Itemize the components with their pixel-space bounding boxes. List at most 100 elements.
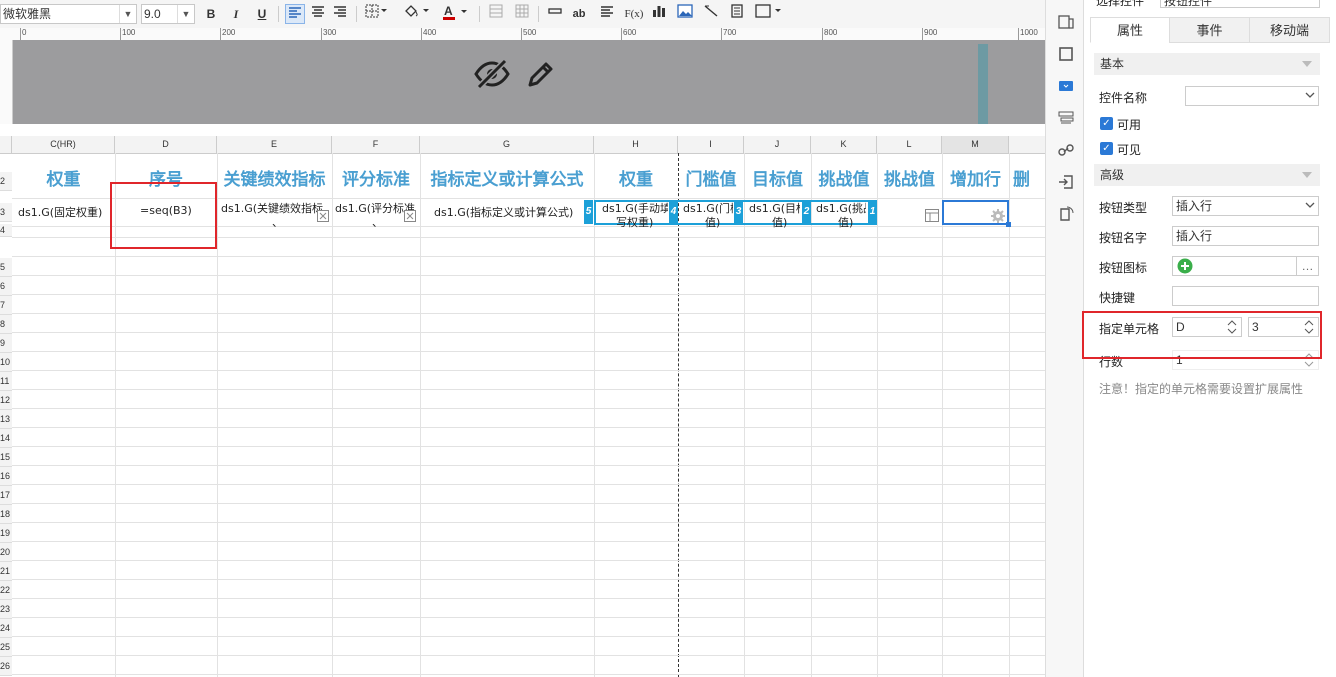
tab-events[interactable]: 事件 bbox=[1169, 17, 1250, 43]
pencil-icon[interactable] bbox=[526, 59, 556, 89]
row-header[interactable]: 19 bbox=[0, 524, 12, 543]
row-header[interactable]: 5 bbox=[0, 258, 12, 277]
align-right-button[interactable] bbox=[330, 4, 350, 24]
row-header[interactable]: 17 bbox=[0, 486, 12, 505]
row-header[interactable]: 23 bbox=[0, 600, 12, 619]
column-title[interactable]: 门槛值 bbox=[678, 162, 744, 198]
report-header-area[interactable] bbox=[0, 40, 1045, 124]
section-advanced[interactable]: 高级 bbox=[1094, 164, 1320, 186]
bold-button[interactable]: B bbox=[201, 4, 221, 24]
column-title[interactable]: 删 bbox=[1013, 162, 1045, 198]
ruler-tick bbox=[120, 28, 121, 40]
control-name-select[interactable] bbox=[1185, 86, 1319, 106]
shortcut-input[interactable] bbox=[1172, 286, 1319, 306]
cell-g3[interactable]: ds1.G(指标定义或计算公式) bbox=[434, 204, 584, 220]
row-header[interactable]: 7 bbox=[0, 296, 12, 315]
column-header[interactable]: K bbox=[811, 136, 877, 153]
cell-c3[interactable]: ds1.G(固定权重) bbox=[18, 204, 113, 220]
condition-attributes-icon[interactable] bbox=[1058, 110, 1074, 126]
fill-color-button[interactable] bbox=[402, 4, 432, 24]
section-basic[interactable]: 基本 bbox=[1094, 53, 1320, 75]
row-header[interactable]: 3 bbox=[0, 203, 12, 222]
button-name-input[interactable]: 插入行 bbox=[1172, 226, 1319, 246]
column-header[interactable]: M bbox=[942, 136, 1009, 153]
row-header[interactable]: 2 bbox=[0, 172, 12, 191]
data-import-icon[interactable] bbox=[1058, 174, 1074, 190]
column-header[interactable]: G bbox=[420, 136, 594, 153]
underline-button[interactable]: U bbox=[252, 4, 272, 24]
tab-mobile[interactable]: 移动端 bbox=[1249, 17, 1330, 43]
row-header[interactable]: 12 bbox=[0, 391, 12, 410]
text-button[interactable]: ab bbox=[569, 4, 589, 24]
column-title[interactable]: 关键绩效指标 bbox=[217, 162, 332, 198]
widget-settings-icon[interactable] bbox=[1058, 78, 1074, 94]
column-title[interactable]: 挑战值 bbox=[811, 162, 877, 198]
button-type-select[interactable]: 插入行 bbox=[1172, 196, 1319, 216]
slash-button[interactable] bbox=[701, 4, 721, 24]
insert-subreport-button[interactable] bbox=[727, 4, 747, 24]
column-header[interactable]: L bbox=[877, 136, 942, 153]
font-color-button[interactable]: A bbox=[440, 4, 470, 24]
paragraph-button[interactable] bbox=[597, 4, 617, 24]
row-header[interactable]: 20 bbox=[0, 543, 12, 562]
split-cells-button[interactable] bbox=[512, 4, 532, 24]
insert-line-button[interactable] bbox=[545, 4, 565, 24]
visible-checkbox[interactable]: ✓ bbox=[1100, 142, 1113, 155]
row-header[interactable]: 6 bbox=[0, 277, 12, 296]
column-header[interactable]: F bbox=[332, 136, 420, 153]
column-header[interactable]: D bbox=[115, 136, 217, 153]
column-title[interactable]: 权重 bbox=[12, 162, 115, 198]
row-header[interactable]: 16 bbox=[0, 467, 12, 486]
cell-style-icon[interactable] bbox=[1058, 46, 1074, 62]
row-header[interactable]: 13 bbox=[0, 410, 12, 429]
column-header[interactable]: I bbox=[678, 136, 744, 153]
column-title[interactable]: 权重 bbox=[594, 162, 678, 198]
insert-image-button[interactable] bbox=[675, 4, 695, 24]
row-header[interactable]: 9 bbox=[0, 334, 12, 353]
column-title[interactable]: 增加行 bbox=[942, 162, 1009, 198]
row-header[interactable]: 15 bbox=[0, 448, 12, 467]
eye-slash-icon[interactable] bbox=[474, 58, 510, 90]
column-title[interactable]: 评分标准 bbox=[332, 162, 420, 198]
column-header[interactable]: J bbox=[744, 136, 811, 153]
row-header[interactable]: 8 bbox=[0, 315, 12, 334]
cell-element-button[interactable] bbox=[754, 4, 784, 24]
subreport-icon bbox=[731, 4, 743, 18]
insert-chart-button[interactable] bbox=[649, 4, 669, 24]
column-title[interactable]: 挑战值 bbox=[877, 162, 942, 198]
row-header[interactable]: 25 bbox=[0, 638, 12, 657]
tab-properties[interactable]: 属性 bbox=[1090, 17, 1170, 43]
cell-property-icon[interactable] bbox=[1058, 14, 1074, 30]
column-header[interactable]: C(HR) bbox=[12, 136, 115, 153]
font-family-select[interactable]: 微软雅黑 ▼ bbox=[0, 4, 137, 24]
mobile-property-icon[interactable] bbox=[1058, 206, 1074, 222]
row-header[interactable]: 18 bbox=[0, 505, 12, 524]
hyperlink-icon[interactable] bbox=[1058, 142, 1074, 158]
column-header[interactable]: H bbox=[594, 136, 678, 153]
formula-button[interactable]: F(x) bbox=[622, 4, 646, 24]
widget-type-select[interactable]: 按钮控件 bbox=[1160, 0, 1320, 8]
row-header[interactable]: 21 bbox=[0, 562, 12, 581]
column-title[interactable]: 目标值 bbox=[744, 162, 811, 198]
align-center-button[interactable] bbox=[308, 4, 328, 24]
selection-handle[interactable] bbox=[1006, 222, 1011, 227]
column-title[interactable]: 指标定义或计算公式 bbox=[420, 162, 594, 198]
row-header[interactable]: 4 bbox=[0, 224, 12, 237]
row-header[interactable]: 10 bbox=[0, 353, 12, 372]
row-header[interactable]: 22 bbox=[0, 581, 12, 600]
align-left-button[interactable] bbox=[285, 4, 305, 24]
italic-button[interactable]: I bbox=[226, 4, 246, 24]
row-header[interactable]: 11 bbox=[0, 372, 12, 391]
column-header[interactable]: E bbox=[217, 136, 332, 153]
enabled-checkbox[interactable]: ✓ bbox=[1100, 117, 1113, 130]
gear-icon[interactable] bbox=[990, 208, 1006, 224]
row-header[interactable]: 14 bbox=[0, 429, 12, 448]
merge-cells-button[interactable] bbox=[486, 4, 506, 24]
font-size-select[interactable]: 9.0 ▼ bbox=[141, 4, 195, 24]
button-icon-field[interactable] bbox=[1172, 256, 1297, 276]
control-name-label: 控件名称 bbox=[1099, 91, 1148, 105]
border-button[interactable] bbox=[363, 4, 391, 24]
row-header[interactable]: 24 bbox=[0, 619, 12, 638]
button-icon-browse[interactable]: … bbox=[1296, 256, 1319, 276]
row-header[interactable]: 26 bbox=[0, 657, 12, 676]
